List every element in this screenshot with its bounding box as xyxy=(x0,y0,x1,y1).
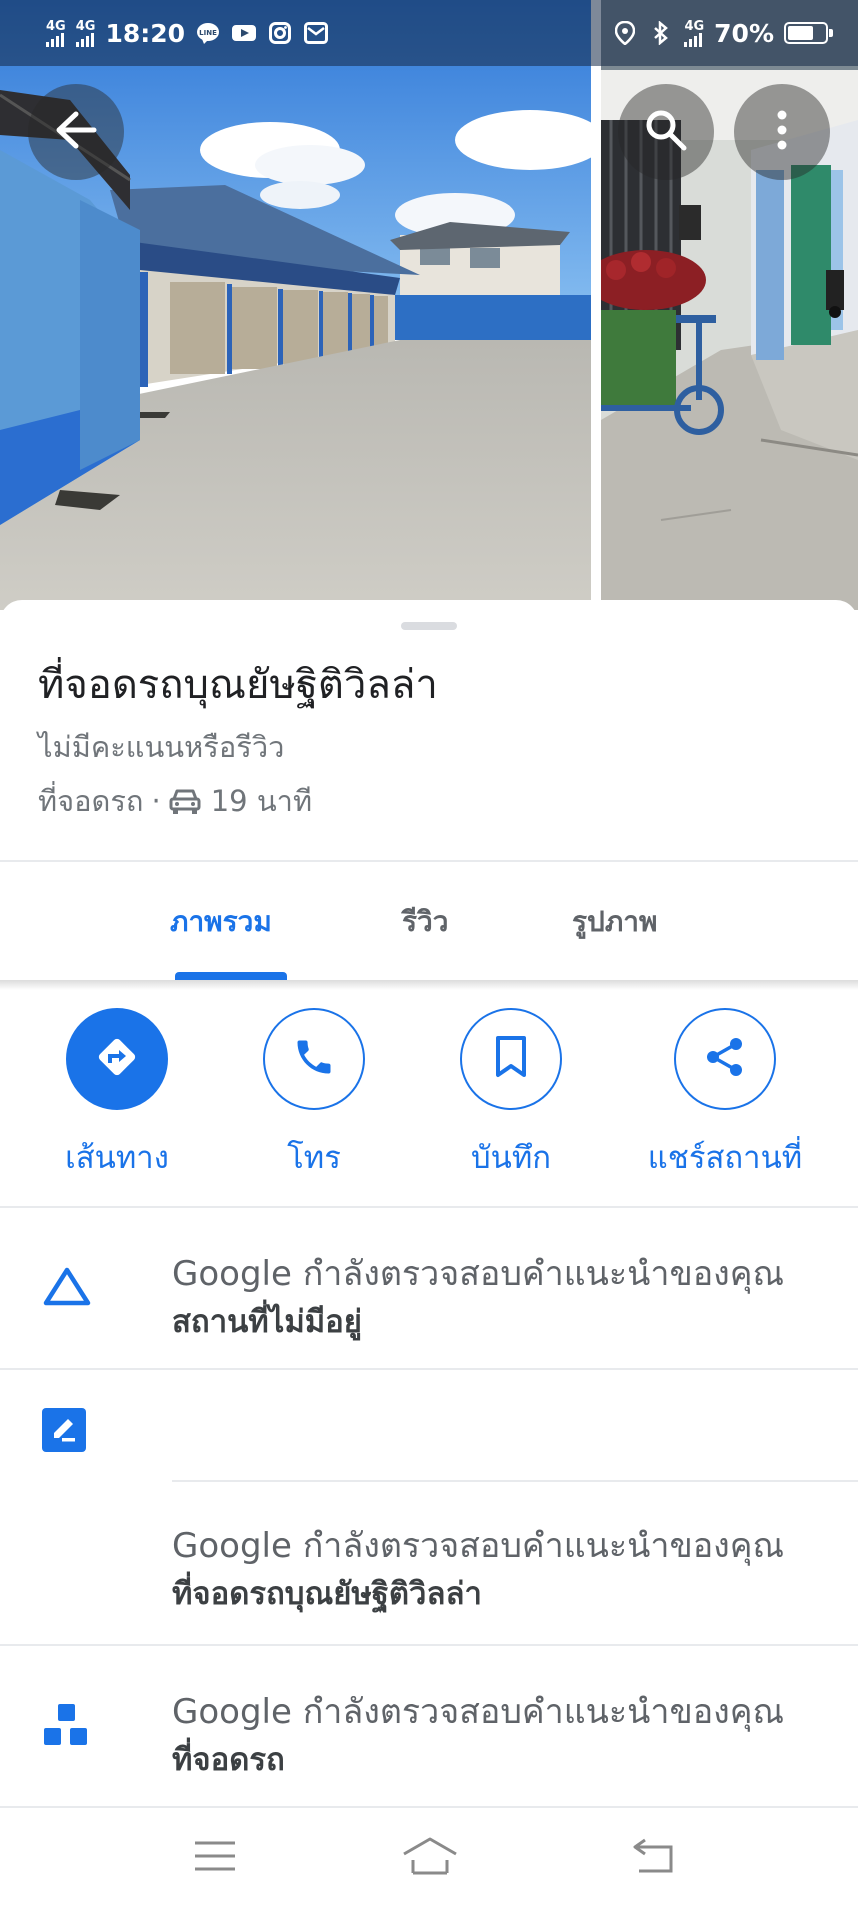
edit-suggestion-row-closed[interactable]: Google กำลังตรวจสอบคำแนะนำของคุณ สถานที่… xyxy=(0,1206,858,1368)
save-button[interactable]: บันทึก xyxy=(411,1008,611,1182)
home-button[interactable] xyxy=(400,1836,460,1880)
call-icon-circle xyxy=(263,1008,365,1110)
youtube-icon xyxy=(231,20,257,46)
signal-sim2: 4G xyxy=(75,20,95,47)
suggestion-value: ที่จอดรถบุณยัษฐิติวิลล่า xyxy=(172,1576,482,1612)
directions-icon xyxy=(93,1033,141,1085)
arrow-back-icon xyxy=(54,110,98,154)
save-label: บันทึก xyxy=(470,1140,552,1176)
tab-overview[interactable]: ภาพรวม xyxy=(170,900,272,944)
category-icon xyxy=(42,1702,90,1754)
edit-icon xyxy=(42,1408,86,1456)
more-options-button[interactable] xyxy=(734,84,830,180)
suggestion-status-text: Google กำลังตรวจสอบคำแนะนำของคุณ xyxy=(172,1254,785,1294)
save-icon-circle xyxy=(460,1008,562,1110)
mail-icon xyxy=(303,20,329,46)
system-nav-bar xyxy=(0,1810,858,1907)
battery-level xyxy=(788,26,813,40)
tab-bar-shadow xyxy=(0,980,858,990)
directions-label: เส้นทาง xyxy=(65,1140,169,1176)
status-bar: 4G 4G 18:20 LINE 4G 70% xyxy=(0,0,858,66)
photo-carousel[interactable] xyxy=(0,0,858,610)
suggestion-value: สถานที่ไม่มีอยู่ xyxy=(172,1304,362,1340)
edit-suggestion-row-category[interactable]: Google กำลังตรวจสอบคำแนะนำของคุณ ที่จอดร… xyxy=(0,1644,858,1806)
call-button[interactable]: โทร xyxy=(214,1008,414,1182)
search-button[interactable] xyxy=(618,84,714,180)
meta-separator: · xyxy=(151,784,161,818)
place-category: ที่จอดรถ xyxy=(38,784,144,818)
line-app-icon: LINE xyxy=(195,20,221,46)
share-button[interactable]: แชร์สถานที่ xyxy=(625,1008,825,1182)
search-icon xyxy=(644,108,688,156)
suggestion-status-text: Google กำลังตรวจสอบคำแนะนำของคุณ xyxy=(172,1692,785,1732)
share-icon xyxy=(703,1035,747,1083)
menu-button[interactable] xyxy=(185,1836,245,1880)
instagram-icon xyxy=(267,20,293,46)
call-label: โทร xyxy=(287,1140,341,1176)
warning-triangle-icon xyxy=(42,1266,92,1310)
tab-photos[interactable]: รูปภาพ xyxy=(572,900,657,944)
drive-time: 19 นาที xyxy=(210,784,313,818)
return-icon xyxy=(631,1837,677,1879)
back-button[interactable] xyxy=(28,84,124,180)
tab-reviews[interactable]: รีวิว xyxy=(402,900,448,944)
place-details-sheet: ที่จอดรถบุณยัษฐิติวิลล่า ไม่มีคะแนนหรือร… xyxy=(0,600,858,1907)
inner-divider xyxy=(172,1480,858,1482)
active-tab-indicator xyxy=(175,972,287,980)
car-icon xyxy=(169,787,201,815)
share-icon-circle xyxy=(674,1008,776,1110)
bluetooth-icon xyxy=(648,20,674,46)
status-time: 18:20 xyxy=(105,18,186,48)
phone-icon xyxy=(292,1035,336,1083)
signal-data: 4G xyxy=(684,20,704,47)
bookmark-icon xyxy=(493,1035,529,1083)
tab-bar: ภาพรวม รีวิว รูปภาพ xyxy=(0,862,858,980)
action-buttons: เส้นทาง โทร บันทึก แชร์สถานที่ xyxy=(0,1008,858,1178)
place-title: ที่จอดรถบุณยัษฐิติวิลล่า xyxy=(38,662,438,708)
more-vert-icon xyxy=(776,110,788,154)
menu-icon xyxy=(193,1839,237,1877)
battery-percent: 70% xyxy=(714,18,774,48)
svg-text:LINE: LINE xyxy=(199,29,217,37)
suggestion-value: ที่จอดรถ xyxy=(172,1742,285,1778)
signal-sim1: 4G xyxy=(46,20,66,47)
edit-suggestion-row-name[interactable]: Google กำลังตรวจสอบคำแนะนำของคุณ ที่จอดร… xyxy=(0,1368,858,1644)
place-rating: ไม่มีคะแนนหรือรีวิว xyxy=(38,730,285,764)
battery-icon xyxy=(784,22,833,44)
directions-icon-circle xyxy=(66,1008,168,1110)
place-meta: ที่จอดรถ · 19 นาที xyxy=(38,778,312,824)
share-label: แชร์สถานที่ xyxy=(647,1140,803,1176)
home-icon xyxy=(401,1836,459,1880)
sheet-drag-handle[interactable] xyxy=(401,622,457,630)
directions-button[interactable]: เส้นทาง xyxy=(17,1008,217,1182)
location-icon xyxy=(612,20,638,46)
divider xyxy=(0,1806,858,1808)
suggestion-status-text: Google กำลังตรวจสอบคำแนะนำของคุณ xyxy=(172,1526,785,1566)
back-nav-button[interactable] xyxy=(624,1836,684,1880)
